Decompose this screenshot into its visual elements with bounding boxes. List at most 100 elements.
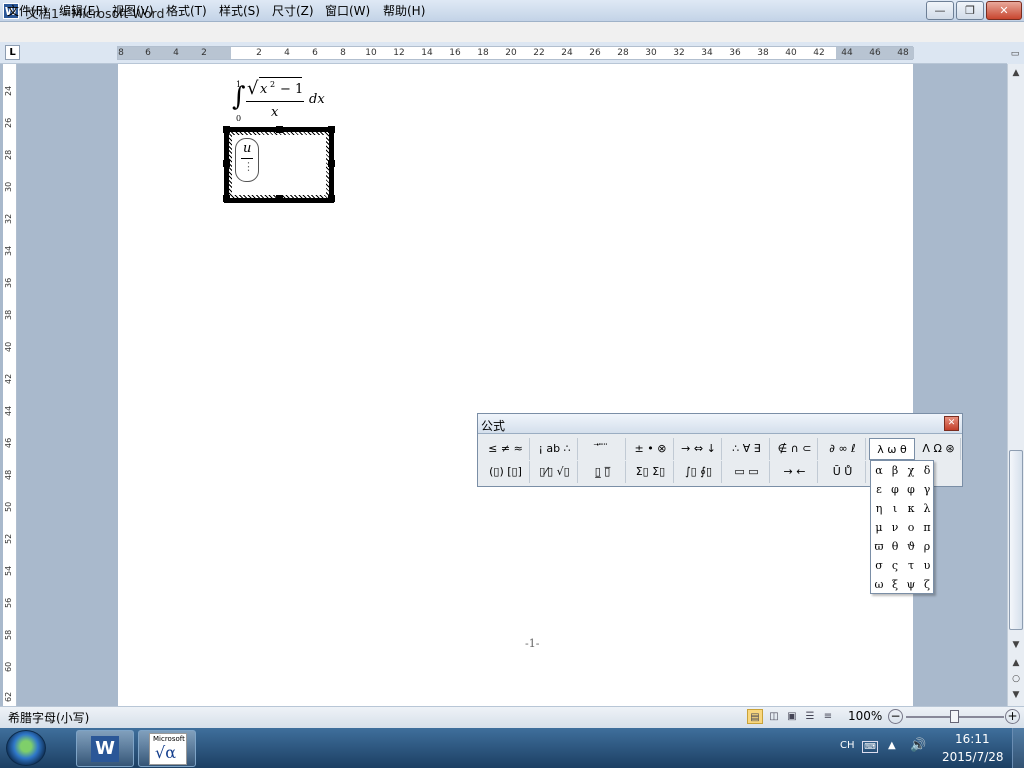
zoom-level[interactable]: 100% xyxy=(848,709,882,723)
ruler-number: 24 xyxy=(4,85,13,96)
greek-uppercase-button[interactable]: Λ Ω ⊛ xyxy=(917,438,961,460)
ruler-number: 28 xyxy=(4,149,13,160)
labeled-arrow-templates-button[interactable]: → ← xyxy=(772,461,818,483)
taskbar-equation-editor-button[interactable]: Microsoft √α xyxy=(138,730,196,767)
greek-symbol[interactable]: γ xyxy=(919,480,935,499)
greek-symbol[interactable]: π xyxy=(919,518,935,537)
greek-symbol[interactable]: ζ xyxy=(919,575,935,594)
menu-format[interactable]: 格式(T) xyxy=(166,2,207,19)
greek-lowercase-button[interactable]: λ ω θ xyxy=(869,438,915,460)
greek-symbol[interactable]: χ xyxy=(903,461,919,480)
next-page-button[interactable]: ▼ xyxy=(1009,688,1023,702)
integral-templates-button[interactable]: ∫▯ ∮▯ xyxy=(676,461,722,483)
lower-limit: 0 xyxy=(236,114,242,123)
greek-symbol[interactable]: τ xyxy=(903,556,919,575)
greek-symbol[interactable]: λ xyxy=(919,499,935,518)
outline-view-icon[interactable]: ☰ xyxy=(802,709,818,724)
equation-toolbar-titlebar[interactable]: 公式 ✕ xyxy=(478,414,962,434)
previous-page-button[interactable]: ▲ xyxy=(1009,656,1023,670)
keyboard-icon[interactable]: ⌨ xyxy=(862,741,878,753)
zoom-slider-thumb[interactable] xyxy=(950,710,959,723)
menu-edit[interactable]: 编辑(E) xyxy=(59,2,100,19)
scroll-down-button[interactable]: ▼ xyxy=(1009,638,1023,652)
maximize-button[interactable]: ❐ xyxy=(956,1,984,20)
start-button[interactable] xyxy=(6,730,46,766)
greek-symbol[interactable]: κ xyxy=(903,499,919,518)
greek-symbol[interactable]: η xyxy=(871,499,887,518)
horizontal-ruler[interactable]: 8 6 4 2 2 4 6 8 10 12 14 16 18 20 22 24 … xyxy=(117,46,914,60)
greek-symbol[interactable]: ε xyxy=(871,480,887,499)
greek-symbol[interactable]: ρ xyxy=(919,537,935,556)
tab-selector-button[interactable]: L xyxy=(5,45,20,60)
spaces-ellipses-button[interactable]: ¡ ab ∴ xyxy=(532,438,578,460)
vertical-scrollbar[interactable]: ▲ ▼ ▲ ○ ▼ xyxy=(1007,64,1024,706)
greek-symbol[interactable]: α xyxy=(871,461,887,480)
ruler-number: 4 xyxy=(284,48,290,58)
greek-symbol[interactable]: φ xyxy=(887,480,903,499)
greek-symbol[interactable]: ϑ xyxy=(903,537,919,556)
full-screen-reading-icon[interactable]: ◫ xyxy=(766,709,782,724)
greek-symbol[interactable]: ξ xyxy=(887,575,903,594)
web-layout-icon[interactable]: ▣ xyxy=(784,709,800,724)
menu-help[interactable]: 帮助(H) xyxy=(383,2,425,19)
empty-slot-icon[interactable]: ⋮ xyxy=(243,160,254,173)
zoom-out-button[interactable]: − xyxy=(888,709,903,724)
greek-symbol[interactable]: υ xyxy=(919,556,935,575)
fraction-radical-templates-button[interactable]: ▯⁄▯ √▯ xyxy=(532,461,578,483)
misc-symbols-button[interactable]: ∂ ∞ ℓ xyxy=(820,438,866,460)
clock-date[interactable]: 2015/7/28 xyxy=(942,750,1004,764)
scroll-up-button[interactable]: ▲ xyxy=(1009,66,1023,80)
browse-object-button[interactable]: ○ xyxy=(1009,672,1023,686)
greek-symbol[interactable]: θ xyxy=(887,537,903,556)
greek-symbol[interactable]: σ xyxy=(871,556,887,575)
greek-symbol[interactable]: δ xyxy=(919,461,935,480)
integral-formula[interactable]: 1 ∫ 0 √ x 2 − 1 x dx xyxy=(230,77,340,124)
operator-symbols-button[interactable]: ± • ⊗ xyxy=(628,438,674,460)
fraction-numerator[interactable]: u xyxy=(243,141,251,156)
greek-symbol[interactable]: ς xyxy=(887,556,903,575)
greek-symbol[interactable]: μ xyxy=(871,518,887,537)
logical-symbols-button[interactable]: ∴ ∀ ∃ xyxy=(724,438,770,460)
relation-symbols-button[interactable]: ≤ ≠ ≈ xyxy=(482,438,530,460)
products-templates-button[interactable]: Ū Ů xyxy=(820,461,866,483)
greek-symbol[interactable]: ι xyxy=(887,499,903,518)
menu-style[interactable]: 样式(S) xyxy=(219,2,260,19)
greek-symbol[interactable]: ν xyxy=(887,518,903,537)
print-layout-view-icon[interactable]: ▤ xyxy=(747,709,763,724)
set-theory-symbols-button[interactable]: ∉ ∩ ⊂ xyxy=(772,438,818,460)
summation-templates-button[interactable]: Σ▯ Σ▯ xyxy=(628,461,674,483)
greek-symbol[interactable]: ο xyxy=(903,518,919,537)
menu-window[interactable]: 窗口(W) xyxy=(325,2,370,19)
greek-symbol[interactable]: β xyxy=(887,461,903,480)
tray-expand-icon[interactable]: ▲ xyxy=(888,740,896,751)
ruler-number: 2 xyxy=(256,48,262,58)
greek-symbol[interactable]: ω xyxy=(871,575,887,594)
fence-templates-button[interactable]: (▯) [▯] xyxy=(482,461,530,483)
greek-symbol[interactable]: ψ xyxy=(903,575,919,594)
menu-size[interactable]: 尺寸(Z) xyxy=(272,2,314,19)
embellishments-button[interactable]: ⃗ ⃛ ⃜ xyxy=(580,438,626,460)
greek-symbol[interactable]: φ xyxy=(903,480,919,499)
ruler-number: 2 xyxy=(201,48,207,58)
draft-view-icon[interactable]: ≡ xyxy=(820,709,836,724)
arrow-symbols-button[interactable]: → ⇔ ↓ xyxy=(676,438,722,460)
clock-time[interactable]: 16:11 xyxy=(955,732,990,746)
underbar-overbar-templates-button[interactable]: ▭ ▭ xyxy=(724,461,770,483)
menu-file[interactable]: 文件(F) xyxy=(7,2,47,19)
equation-editor-symbol: √α xyxy=(155,743,176,762)
split-icon[interactable]: ▭ xyxy=(1008,47,1022,61)
close-button[interactable]: ✕ xyxy=(986,1,1022,20)
equation-edit-box[interactable]: u ⋮ xyxy=(223,126,335,203)
equation-toolbar-close-button[interactable]: ✕ xyxy=(944,416,959,431)
show-desktop-button[interactable] xyxy=(1012,728,1024,768)
greek-symbol[interactable]: ϖ xyxy=(871,537,887,556)
scroll-thumb[interactable] xyxy=(1009,450,1023,630)
vertical-ruler[interactable]: 24 26 28 30 32 34 36 38 40 42 44 46 48 5… xyxy=(3,64,17,706)
minimize-button[interactable]: — xyxy=(926,1,954,20)
subscript-superscript-templates-button[interactable]: ▯̲ ▯̅ xyxy=(580,461,626,483)
zoom-in-button[interactable]: + xyxy=(1005,709,1020,724)
language-indicator[interactable]: CH xyxy=(840,740,855,751)
menu-view[interactable]: 视图(V) xyxy=(112,2,154,19)
taskbar-word-button[interactable]: W xyxy=(76,730,134,767)
volume-icon[interactable]: 🔊 xyxy=(910,738,926,753)
